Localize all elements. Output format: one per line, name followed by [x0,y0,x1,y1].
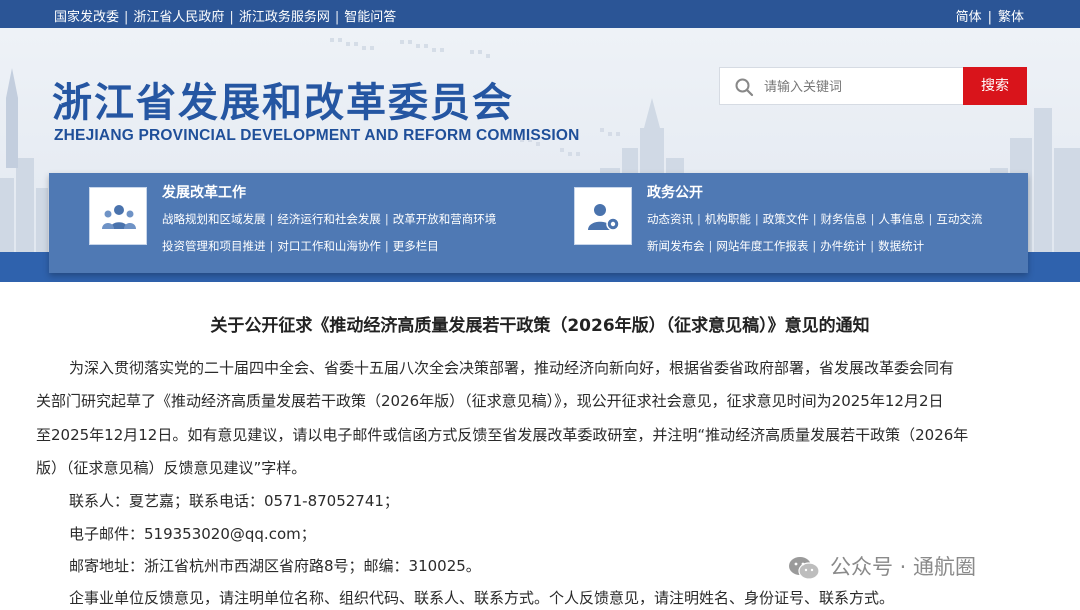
feedback-line: 企事业单位反馈意见，请注明单位名称、组织代码、联系人、联系方式。个人反馈意见，请… [69,589,895,607]
top-link-ndrc[interactable]: 国家发改委 [54,10,119,25]
top-link-zj-service[interactable]: 浙江政务服务网 [239,10,330,25]
nav-icon-box [574,187,632,245]
nav-link-finance[interactable]: 财务信息 [821,212,867,226]
divider: | [987,10,992,25]
divider: | [697,212,701,226]
nav-link-cooperation[interactable]: 对口工作和山海协作 [277,239,381,253]
top-links: 国家发改委 | 浙江省人民政府 | 浙江政务服务网 | 智能问答 [54,6,396,25]
search-icon [735,78,754,97]
nav-link-functions[interactable]: 机构职能 [705,212,751,226]
nav-row: 投资管理和项目推进 | 对口工作和山海协作 | 更多栏目 [162,238,439,254]
divider: | [229,10,234,25]
email-line: 电子邮件：519353020@qq.com； [69,525,316,543]
nav-link-press[interactable]: 新闻发布会 [647,239,705,253]
nav-link-investment[interactable]: 投资管理和项目推进 [162,239,266,253]
lang-simplified[interactable]: 简体 [956,10,982,25]
divider: | [334,10,340,25]
nav-title-dev-reform[interactable]: 发展改革工作 [162,182,246,202]
nav-link-economy[interactable]: 经济运行和社会发展 [277,212,381,226]
divider: | [269,239,274,253]
divider: | [124,10,129,25]
nav-row: 新闻发布会 | 网站年度工作报表 | 办件统计 | 数据统计 [647,238,924,254]
wechat-icon [788,556,820,580]
nav-block-dev-reform: 发展改革工作 战略规划和区域发展 | 经济运行和社会发展 | 改革开放和营商环境 投资管… [49,173,539,273]
language-switch: 简体 | 繁体 [956,6,1024,25]
nav-link-policies[interactable]: 政策文件 [763,212,809,226]
nav-link-strategy[interactable]: 战略规划和区域发展 [162,212,266,226]
user-settings-icon [588,204,620,231]
nav-block-gov-affairs: 政务公开 动态资讯 | 机构职能 | 政策文件 | 财务信息 | 人事信息 | 互动交流 新闻发布会… [574,173,1024,273]
divider: | [708,239,713,253]
team-icon [102,205,136,229]
divider: | [928,212,933,226]
lang-traditional[interactable]: 繁体 [998,10,1024,25]
nav-row: 动态资讯 | 机构职能 | 政策文件 | 财务信息 | 人事信息 | 互动交流 [647,211,982,227]
watermark-text: 公众号 · 通航圈 [830,555,977,579]
header-banner: 浙江省发展和改革委员会 ZHEJIANG PROVINCIAL DEVELOPM… [0,28,1080,282]
article-paragraph-line: 为深入贯彻落实党的二十届四中全会、省委十五届八次全会决策部署，推动经济向新向好，… [69,359,955,377]
nav-link-personnel[interactable]: 人事信息 [879,212,925,226]
nav-panel: 发展改革工作 战略规划和区域发展 | 经济运行和社会发展 | 改革开放和营商环境 投资管… [49,173,1028,273]
divider: | [269,212,274,226]
watermark: 公众号 · 通航圈 [788,551,976,581]
divider: | [870,239,875,253]
nav-link-data-stats[interactable]: 数据统计 [878,239,924,253]
divider: | [384,239,389,253]
divider: | [870,212,875,226]
nav-row: 战略规划和区域发展 | 经济运行和社会发展 | 改革开放和营商环境 [162,211,496,227]
nav-link-annual-report[interactable]: 网站年度工作报表 [716,239,808,253]
nav-link-more[interactable]: 更多栏目 [393,239,439,253]
article-title: 关于公开征求《推动经济高质量发展若干政策（2026年版）（征求意见稿）》意见的通… [210,316,870,336]
nav-link-case-stats[interactable]: 办件统计 [820,239,866,253]
nav-link-interaction[interactable]: 互动交流 [936,212,982,226]
site-title: 浙江省发展和改革委员会 [52,79,514,126]
divider: | [812,212,817,226]
search-input[interactable] [764,75,960,99]
top-link-zj-gov[interactable]: 浙江省人民政府 [133,10,224,25]
divider: | [754,212,759,226]
search-button[interactable]: 搜索 [963,67,1027,105]
nav-icon-box [89,187,147,245]
site-subtitle: ZHEJIANG PROVINCIAL DEVELOPMENT AND REFO… [54,127,580,144]
divider: | [812,239,817,253]
nav-link-news[interactable]: 动态资讯 [647,212,693,226]
contact-line: 联系人：夏艺嘉；联系电话：0571-87052741； [69,492,399,510]
article-paragraph-line: 版）（征求意见稿）反馈意见建议”字样。 [36,459,307,477]
article-paragraph-line: 关部门研究起草了《推动经济高质量发展若干政策（2026年版）（征求意见稿）》，现… [36,392,944,410]
top-bar: 国家发改委 | 浙江省人民政府 | 浙江政务服务网 | 智能问答 简体 | 繁体 [0,0,1080,28]
search-box: 搜索 [719,67,1027,105]
nav-link-reform-open[interactable]: 改革开放和营商环境 [393,212,497,226]
top-link-smart-qa[interactable]: 智能问答 [344,10,396,25]
article-paragraph-line: 至2025年12月12日。如有意见建议，请以电子邮件或信函方式反馈至省发展改革委… [36,426,969,444]
nav-title-gov-affairs[interactable]: 政务公开 [647,182,703,202]
divider: | [384,212,389,226]
